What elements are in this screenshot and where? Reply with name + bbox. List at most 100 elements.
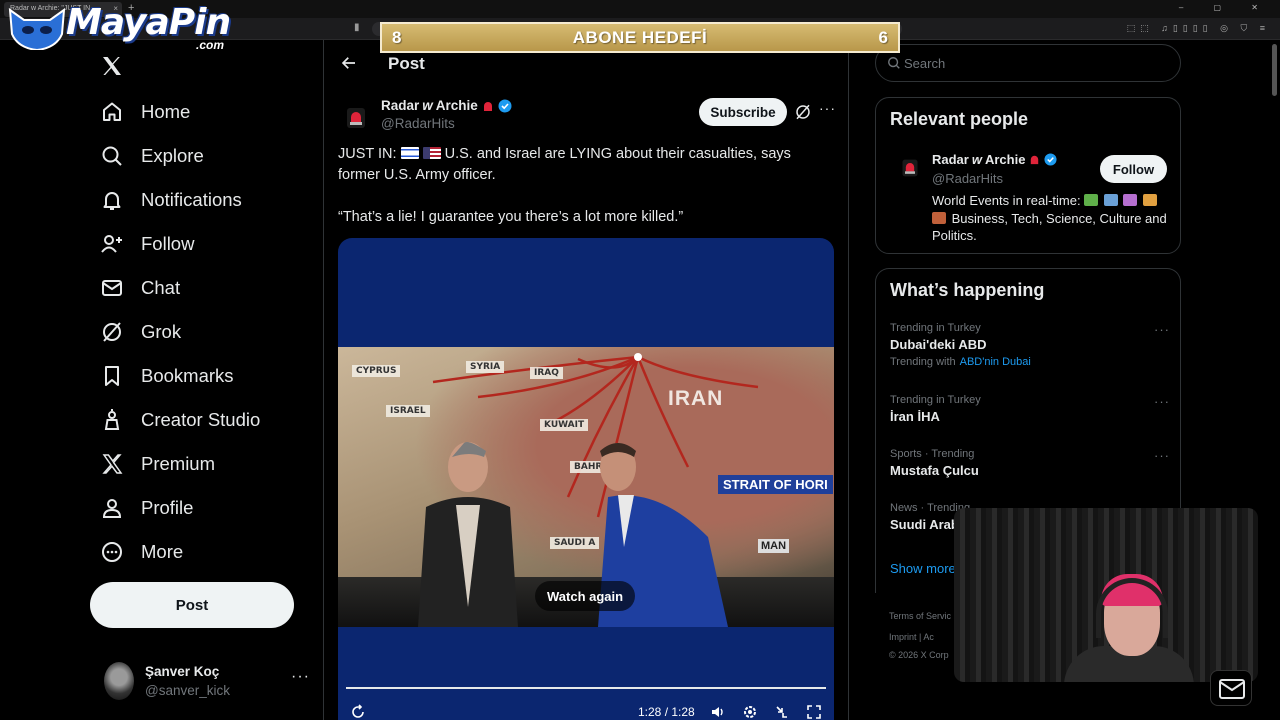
relevant-handle[interactable]: @RadarHits	[932, 171, 1003, 186]
nav-chat[interactable]: Chat	[100, 273, 180, 303]
trend-with-link[interactable]: ABD'nin Dubai	[960, 356, 1031, 368]
money-emoji-icon	[1084, 194, 1099, 206]
relevant-name-part: Radar	[932, 152, 969, 167]
laptop-emoji-icon	[1103, 194, 1118, 206]
post-column: Post Radar w Archie @RadarHits Subscribe…	[323, 40, 849, 720]
nav-follow[interactable]: Follow	[100, 229, 194, 259]
page-title: Post	[388, 54, 425, 73]
nav-grok[interactable]: Grok	[100, 317, 181, 347]
logo-name: MayaPin	[66, 2, 231, 43]
subscribe-button[interactable]: Subscribe	[699, 98, 787, 126]
left-nav: Home Explore Notifications Follow Chat G…	[88, 40, 324, 720]
more-circle-icon	[102, 542, 122, 562]
footer-links[interactable]: Imprint | Ac	[889, 632, 934, 642]
nav-creator-studio[interactable]: Creator Studio	[100, 405, 260, 435]
bookmark-bar-icon[interactable]: ▮	[354, 22, 360, 33]
nav-label: Grok	[141, 321, 182, 342]
post-paragraph: JUST IN: U.S. and Israel are LYING about…	[338, 144, 818, 186]
trend-more-icon[interactable]: ···	[1154, 322, 1170, 337]
trend-item[interactable]: Trending in Turkey İran İHA ···	[890, 394, 1170, 424]
cat-mask-icon	[8, 7, 66, 50]
trend-more-icon[interactable]: ···	[1154, 448, 1170, 463]
video-time: 1:28 / 1:28	[638, 705, 695, 719]
follow-button[interactable]: Follow	[1100, 155, 1167, 183]
replay-icon[interactable]	[350, 704, 366, 720]
author-handle[interactable]: @RadarHits	[381, 116, 455, 131]
relevant-name-tail: Archie	[984, 152, 1026, 167]
video-player[interactable]: CYPRUS SYRIA ISRAEL IRAQ KUWAIT BAHRA SA…	[338, 238, 834, 720]
squirrel-emoji-icon	[932, 211, 946, 224]
x-logo-icon[interactable]	[100, 54, 124, 78]
footer-terms-link[interactable]: Terms of Servic	[889, 611, 951, 621]
window-controls[interactable]: – ▢ ✕	[1179, 3, 1272, 12]
nav-label: Premium	[141, 453, 216, 474]
nav-profile[interactable]: Profile	[100, 493, 193, 523]
volume-icon[interactable]	[710, 704, 726, 720]
nav-notifications[interactable]: Notifications	[100, 185, 242, 215]
fullscreen-icon[interactable]	[806, 704, 822, 720]
video-frame[interactable]: CYPRUS SYRIA ISRAEL IRAQ KUWAIT BAHRA SA…	[338, 347, 834, 627]
nav-label: Notifications	[141, 189, 242, 210]
trend-with-label: Trending with	[890, 356, 956, 368]
trend-item[interactable]: Trending in Turkey Dubai'deki ABD Trendi…	[890, 322, 1170, 368]
siren-emoji-icon	[483, 101, 492, 111]
nav-explore[interactable]: Explore	[100, 141, 204, 171]
post-quote: “That’s a lie! I guarantee you there’s a…	[338, 209, 684, 225]
search-icon	[888, 57, 900, 69]
creator-icon	[104, 409, 120, 430]
siren-icon[interactable]	[900, 158, 920, 178]
trend-topic: İran İHA	[890, 409, 940, 424]
nav-label: Chat	[141, 277, 181, 298]
map-label: ISRAEL	[386, 405, 430, 417]
presenter-figure	[418, 442, 518, 627]
map-label: CYPRUS	[352, 365, 401, 377]
video-progress-bar[interactable]	[346, 687, 826, 689]
footer-copyright: © 2026 X Corp	[889, 650, 949, 660]
account-name: Şanver Koç	[145, 664, 220, 679]
search-icon	[102, 146, 122, 166]
account-more-icon[interactable]: ···	[291, 668, 310, 686]
author-name[interactable]: Radar w Archie	[381, 98, 512, 113]
mail-icon	[102, 280, 122, 296]
relevant-name[interactable]: Radar w Archie	[932, 152, 1057, 167]
trend-item[interactable]: Sports · Trending Mustafa Çulcu ···	[890, 448, 1170, 478]
page-scrollbar[interactable]	[1272, 44, 1277, 96]
back-arrow-icon[interactable]	[340, 54, 358, 72]
avatar	[104, 662, 134, 700]
nav-bookmarks[interactable]: Bookmarks	[100, 361, 234, 391]
relevant-bio: World Events in real-time: Business, Tec…	[932, 192, 1172, 245]
show-more-link[interactable]: Show more	[890, 561, 956, 576]
settings-icon[interactable]	[742, 704, 758, 720]
author-name-part: Radar	[381, 98, 420, 113]
extension-icons[interactable]: ⬚⬚ ♫▯▯▯▯ ◎ ⛉ ≡	[1127, 23, 1270, 34]
account-switcher[interactable]: Şanver Koç @sanver_kick ···	[104, 660, 310, 704]
nav-home[interactable]: Home	[100, 97, 190, 127]
messages-drawer-button[interactable]	[1210, 670, 1252, 706]
post-button[interactable]: Post	[90, 582, 294, 628]
siren-emoji-icon	[1031, 155, 1039, 165]
goal-title: ABONE HEDEFİ	[572, 27, 708, 47]
nav-premium[interactable]: Premium	[100, 449, 215, 479]
siren-icon[interactable]	[344, 106, 368, 130]
trend-topic: Dubai'deki ABD	[890, 337, 987, 352]
logo-domain: .com	[196, 38, 225, 52]
bio-text: World Events in real-time:	[932, 193, 1081, 208]
map-label-iran: IRAN	[668, 387, 724, 410]
post-text: JUST IN: U.S. and Israel are LYING about…	[338, 144, 818, 228]
post-more-icon[interactable]: ···	[819, 100, 836, 116]
grok-icon[interactable]	[794, 103, 812, 121]
account-handle: @sanver_kick	[145, 683, 230, 698]
search-input[interactable]: Search	[875, 44, 1181, 82]
minimize-icon[interactable]	[774, 704, 790, 720]
watch-again-button[interactable]: Watch again	[535, 581, 636, 611]
trend-with: Trending with ABD'nin Dubai	[890, 356, 1170, 368]
whats-happening-title: What’s happening	[890, 280, 1045, 300]
nav-label: Bookmarks	[141, 365, 234, 386]
search-placeholder: Search	[904, 56, 946, 71]
nav-more[interactable]: More	[100, 537, 183, 567]
subscriber-goal-banner: 8 ABONE HEDEFİ 6	[380, 22, 900, 53]
trend-more-icon[interactable]: ···	[1154, 394, 1170, 409]
video-controls: 1:28 / 1:28	[338, 700, 834, 720]
bell-icon	[103, 192, 121, 210]
map-label: MAN	[758, 539, 790, 553]
